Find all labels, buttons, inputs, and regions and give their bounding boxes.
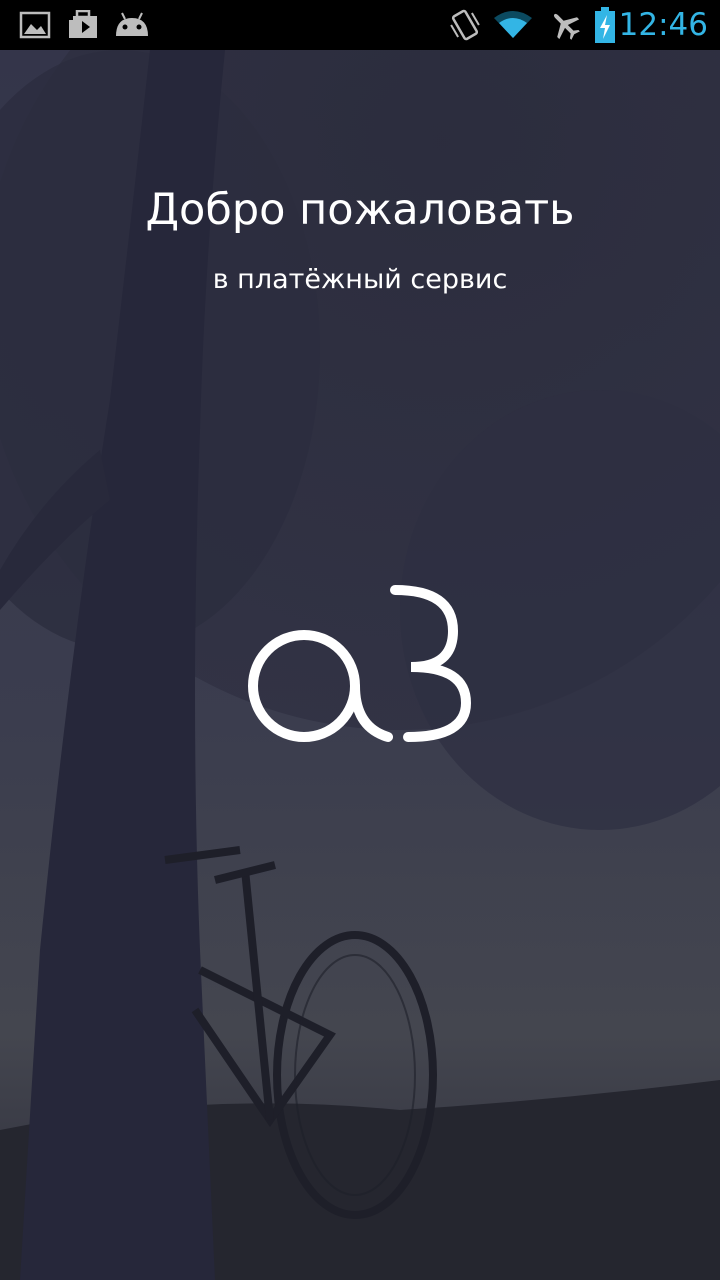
android-icon xyxy=(112,0,152,50)
gallery-icon xyxy=(18,0,52,50)
airplane-icon xyxy=(546,0,584,50)
a3-logo-icon xyxy=(248,585,472,745)
welcome-subtitle: в платёжный сервис xyxy=(212,264,508,295)
vibrate-icon xyxy=(448,0,482,50)
welcome-title: Добро пожаловать xyxy=(145,185,575,235)
splash-screen: 12:46 Добро пожаловать в платёжный серви… xyxy=(0,0,720,1280)
status-bar: 12:46 xyxy=(0,0,720,50)
play-store-icon xyxy=(66,0,102,50)
battery-charging-icon xyxy=(592,0,618,50)
status-time: 12:46 xyxy=(618,7,708,43)
wifi-icon xyxy=(492,0,534,50)
